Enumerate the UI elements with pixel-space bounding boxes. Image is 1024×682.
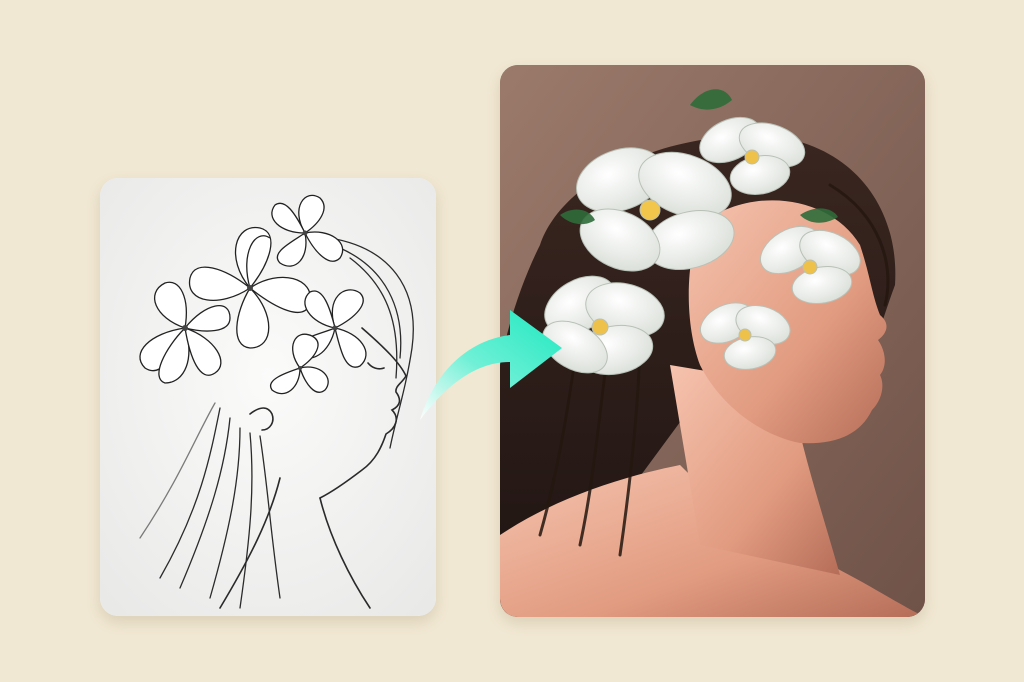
curved-arrow-icon: [410, 290, 570, 430]
sketch-image: [100, 178, 436, 616]
sketch-drawing: [100, 178, 436, 616]
